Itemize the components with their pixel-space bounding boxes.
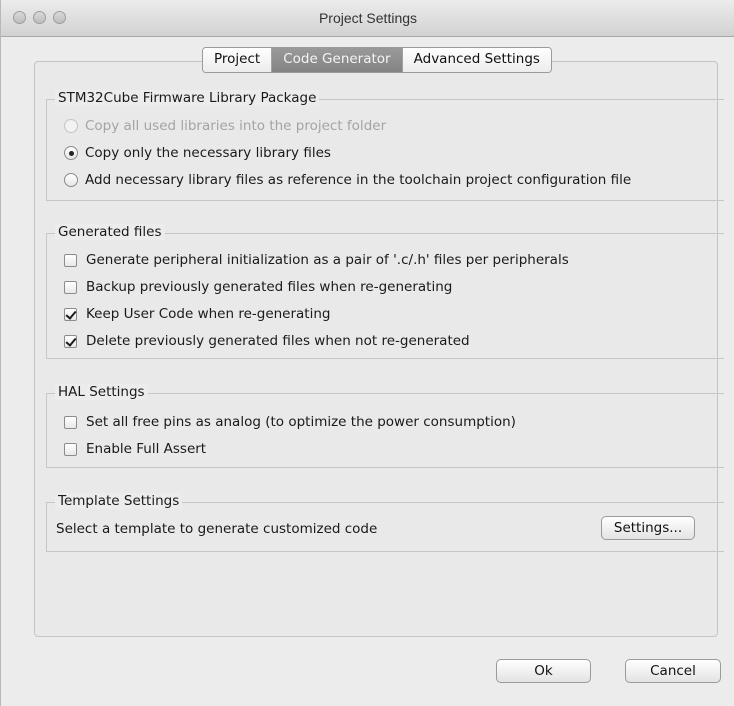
generated-option-keep-user-code-label: Keep User Code when re-generating [86,306,331,322]
tab-project[interactable]: Project [203,48,273,72]
firmware-library-group-title: STM32Cube Firmware Library Package [55,90,320,106]
checkbox-keep-user-code[interactable] [64,307,77,321]
generated-option-pair-files[interactable]: Generate peripheral initialization as a … [64,250,569,270]
generated-option-backup[interactable]: Backup previously generated files when r… [64,277,452,297]
template-settings-button[interactable]: Settings... [601,516,695,540]
firmware-option-add-reference-label: Add necessary library files as reference… [85,172,632,188]
template-settings-group-title: Template Settings [55,493,183,509]
tab-bar: Project Code Generator Advanced Settings [202,47,552,73]
generated-option-delete-previous-label: Delete previously generated files when n… [86,333,470,349]
hal-option-analog-pins-label: Set all free pins as analog (to optimize… [86,414,516,430]
firmware-option-copy-necessary-label: Copy only the necessary library files [85,145,331,161]
firmware-option-copy-necessary[interactable]: Copy only the necessary library files [64,143,331,163]
template-description: Select a template to generate customized… [56,521,378,537]
hal-option-analog-pins[interactable]: Set all free pins as analog (to optimize… [64,412,516,432]
hal-option-full-assert-label: Enable Full Assert [86,441,207,457]
radio-copy-necessary[interactable] [64,146,78,160]
tab-code-generator[interactable]: Code Generator [272,48,403,72]
generated-option-keep-user-code[interactable]: Keep User Code when re-generating [64,304,330,324]
checkbox-delete-previous[interactable] [64,334,77,348]
firmware-option-copy-all[interactable]: Copy all used libraries into the project… [64,116,386,136]
checkbox-backup[interactable] [64,280,77,294]
generated-option-pair-files-label: Generate peripheral initialization as a … [86,252,569,268]
hal-settings-group-title: HAL Settings [55,384,148,400]
radio-copy-all[interactable] [64,119,78,133]
checkbox-pair-files[interactable] [64,253,77,267]
checkbox-full-assert[interactable] [64,442,77,456]
firmware-option-add-reference[interactable]: Add necessary library files as reference… [64,170,631,190]
tab-advanced-settings[interactable]: Advanced Settings [402,48,551,72]
checkbox-analog-pins[interactable] [64,415,77,429]
title-bar: Project Settings [1,0,734,37]
generated-option-delete-previous[interactable]: Delete previously generated files when n… [64,331,470,351]
generated-option-backup-label: Backup previously generated files when r… [86,279,453,295]
ok-button[interactable]: Ok [496,659,591,683]
window-title: Project Settings [318,10,418,26]
generated-files-group-title: Generated files [55,224,165,240]
radio-add-reference[interactable] [64,173,78,187]
cancel-button[interactable]: Cancel [625,659,721,683]
hal-option-full-assert[interactable]: Enable Full Assert [64,439,206,459]
firmware-option-copy-all-label: Copy all used libraries into the project… [85,118,387,134]
project-settings-window: Project Settings Project Code Generator … [0,0,734,706]
